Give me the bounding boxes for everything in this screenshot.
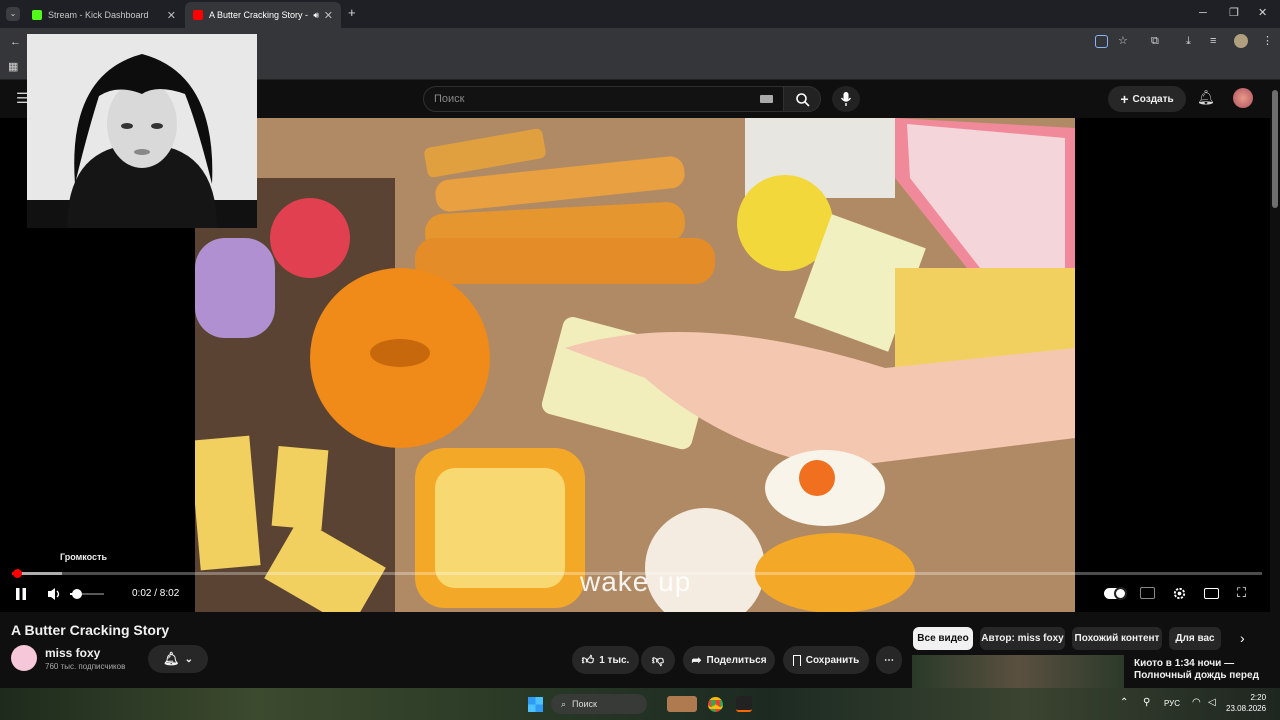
like-button[interactable]: 👍︎ 1 тыс. [572,646,639,674]
plus-icon: + [1120,91,1129,107]
chip-all-videos[interactable]: Все видео [913,627,973,650]
speaker-icon[interactable]: 🔊︎ [313,10,319,21]
video-frame[interactable] [195,118,1075,612]
volume-slider-handle[interactable] [71,589,82,599]
taskbar-app-thumbnail-icon[interactable] [667,696,697,712]
tab-title: Stream - Kick Dashboard [48,10,149,20]
close-window-icon[interactable]: ✕ [1258,7,1267,19]
share-arrow-icon: ➦ [691,653,702,667]
taskbar-search[interactable]: ⌕ Поиск [551,694,647,714]
new-tab-icon[interactable]: + [348,6,356,19]
tab-title: A Butter Cracking Story - Yo [209,10,309,20]
autoplay-toggle-knob [1114,587,1127,600]
back-icon[interactable]: ← [10,36,21,48]
scrollbar-thumb[interactable] [1272,90,1278,208]
save-label: Сохранить [805,654,860,666]
youtube-favicon-icon [193,10,203,20]
chip-for-you[interactable]: Для вас [1169,627,1221,650]
search-icon [796,93,810,107]
share-label: Поделиться [706,654,767,666]
keyboard-icon[interactable] [760,95,773,103]
restore-icon[interactable]: ❐ [1229,7,1239,19]
menu-kebab-icon[interactable]: ⋮ [1262,35,1273,47]
chip-author[interactable]: Автор: miss foxy [980,627,1065,650]
search-button[interactable] [783,86,821,112]
minimize-icon[interactable]: ─ [1199,7,1207,19]
bookmark-star-icon[interactable]: ☆ [1118,35,1128,47]
tab-strip: ⌄ Stream - Kick Dashboard ✕ A Butter Cra… [0,0,1280,28]
microphone-icon [840,92,852,106]
theater-mode-icon[interactable] [1204,588,1219,599]
webcam-feed-image [27,34,257,228]
fullscreen-icon[interactable]: ⛶ [1237,585,1246,601]
tab-kick-dashboard[interactable]: Stream - Kick Dashboard ✕ [24,2,184,28]
bell-icon: 🔔︎ [163,651,180,666]
profile-avatar-icon[interactable] [1234,34,1248,48]
settings-gear-icon[interactable] [1172,586,1187,601]
close-tab-icon[interactable]: ✕ [324,9,333,22]
search-icon: ⌕ [561,698,567,709]
tray-mic-icon[interactable]: ⚲ [1143,697,1150,708]
chevron-down-icon: ⌄ [184,653,193,665]
webcam-overlay [27,34,257,228]
account-avatar[interactable] [1233,88,1253,108]
apps-grid-icon[interactable]: ▦ [8,61,18,73]
tab-youtube-video[interactable]: A Butter Cracking Story - Yo 🔊︎ ✕ [185,2,341,28]
clock-time: 2:20 [1250,693,1267,702]
wifi-icon[interactable]: ◠ [1192,697,1201,708]
create-button[interactable]: + Создать [1108,86,1186,112]
thumbs-up-icon: 👍︎ [581,652,595,667]
video-content-image [195,118,1075,612]
extensions-icon[interactable]: ⧉ [1151,35,1159,47]
video-title: A Butter Cracking Story [11,622,170,638]
chip-related[interactable]: Похожий контент [1072,627,1162,650]
taskbar-clock[interactable]: 2:20 23.08.2026 [1226,692,1266,714]
save-button[interactable]: Сохранить [783,646,869,674]
clock-date: 23.08.2026 [1226,704,1267,713]
recommendation-title[interactable]: Киото в 1:34 ночи — Полночный дождь пере… [1134,658,1264,682]
language-indicator[interactable]: РУС [1164,699,1180,708]
chrome-icon[interactable] [708,697,723,712]
autoplay-toggle[interactable] [1104,587,1127,600]
subscription-bell-button[interactable]: 🔔︎ ⌄ [148,645,208,673]
channel-avatar[interactable] [11,645,37,671]
time-display: 0:02 / 8:02 [132,588,180,599]
kick-favicon-icon [32,10,42,20]
windows-start-icon[interactable] [528,697,543,712]
sound-icon[interactable]: ◁ [1208,697,1216,708]
install-app-icon[interactable] [1095,35,1108,48]
voice-search-button[interactable] [832,86,860,112]
pause-icon[interactable] [15,588,27,600]
taskbar-search-label: Поиск [572,699,597,709]
search-input[interactable]: Поиск [423,86,784,112]
like-count: 1 тыс. [599,654,630,666]
progress-bar[interactable] [12,572,1262,575]
tray-chevron-icon[interactable]: ⌃ [1120,697,1128,708]
search-placeholder: Поиск [434,93,465,105]
app-launcher-icon[interactable] [736,696,752,712]
thumbs-down-icon: 👎︎ [651,652,665,667]
close-tab-icon[interactable]: ✕ [167,9,176,22]
chevron-right-icon[interactable]: › [1240,630,1245,646]
tab-list-icon[interactable]: ⌄ [6,7,20,21]
channel-name[interactable]: miss foxy [45,646,100,660]
download-icon[interactable]: ⤓ [1186,35,1191,47]
more-actions-button[interactable]: ⋯ [876,646,902,674]
subtitle-caption: wake up [580,566,692,597]
subtitles-icon[interactable] [1140,587,1155,599]
media-controls-icon[interactable]: ≡ [1210,35,1216,47]
recommendation-thumbnail[interactable] [912,655,1124,688]
subscriber-count: 760 тыс. подписчиков [45,662,126,671]
volume-icon[interactable] [47,587,63,601]
bookmark-icon [792,654,801,666]
share-button[interactable]: ➦ Поделиться [683,646,775,674]
volume-slider[interactable] [70,589,104,599]
more-horizontal-icon: ⋯ [884,654,894,666]
dislike-button[interactable]: 👎︎ [641,646,675,674]
notifications-bell-icon[interactable]: 🔔︎ [1197,90,1215,104]
volume-tooltip: Громкость [60,552,108,562]
create-label: Создать [1132,93,1174,105]
